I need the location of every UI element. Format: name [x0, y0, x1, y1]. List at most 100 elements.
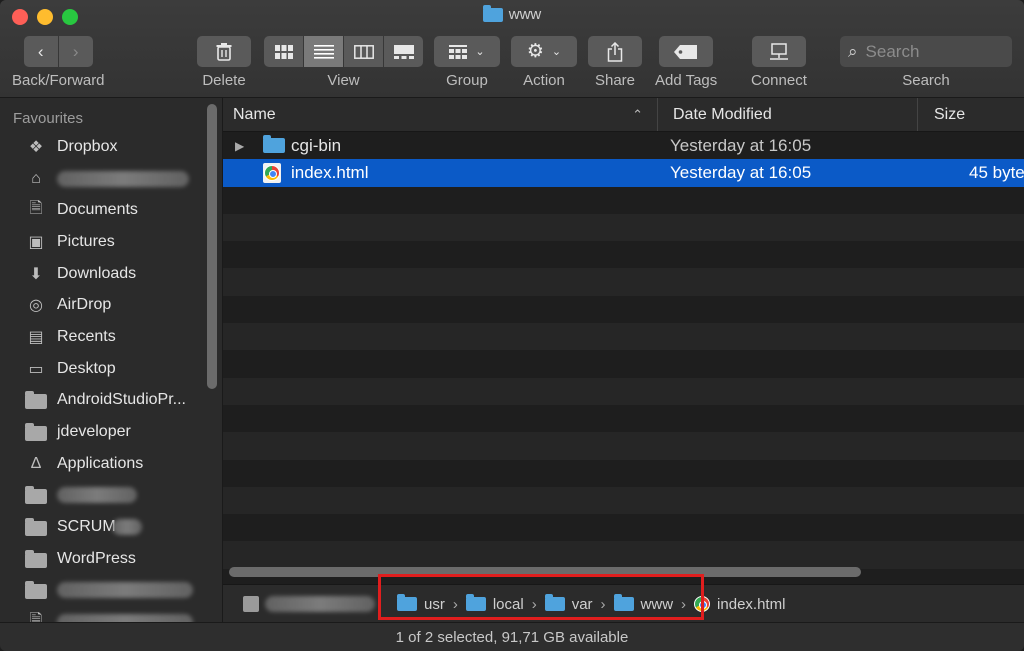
sidebar-item-label: Pictures [57, 232, 115, 250]
sidebar-item-redacted-folder[interactable] [0, 480, 222, 512]
icon-view-button[interactable] [264, 36, 303, 67]
grid-icon [274, 44, 293, 59]
group-label: Group [446, 72, 488, 89]
sidebar-item-redacted-document[interactable]: 🗎 [0, 606, 222, 622]
camera-icon: ▣ [28, 233, 44, 251]
sidebar-item-scrum[interactable]: SCRUM [0, 511, 222, 543]
sidebar-item-androidstudio[interactable]: AndroidStudioPr... [0, 385, 222, 417]
empty-row [223, 268, 1024, 296]
search-group: ⌕ Search [840, 36, 1012, 89]
sidebar-item-pictures[interactable]: ▣ Pictures [0, 226, 222, 258]
file-name: index.html [291, 162, 369, 182]
back-button[interactable]: ‹ [23, 36, 58, 67]
tag-icon [674, 44, 698, 59]
crumb-label: usr [424, 595, 445, 613]
sidebar-item-label: Documents [57, 201, 138, 219]
sidebar-item-documents[interactable]: 🗎 Documents [0, 194, 222, 226]
empty-row [223, 541, 1024, 569]
disclosure-triangle-icon[interactable]: ▶ [235, 139, 244, 153]
airdrop-icon: ◎ [29, 297, 43, 315]
action-label: Action [523, 72, 565, 89]
table-row-selected[interactable]: index.html Yesterday at 16:05 45 bytes [223, 159, 1024, 187]
connect-group: Connect [751, 36, 807, 89]
document-icon: 🗎 [29, 611, 43, 622]
sidebar-scrollbar[interactable] [207, 104, 217, 389]
redacted-label [57, 487, 137, 504]
empty-row [223, 323, 1024, 351]
path-crumb-www[interactable]: www [613, 594, 673, 613]
redacted-label [57, 614, 193, 622]
search-label: Search [902, 72, 950, 89]
sidebar-item-redacted-folder-2[interactable] [0, 575, 222, 607]
chevron-right-icon: › [600, 595, 606, 613]
gallery-icon [393, 44, 414, 59]
network-icon [769, 42, 788, 60]
group-button[interactable]: ⌄ [434, 36, 500, 67]
file-size: 45 bytes [969, 162, 1024, 182]
add-tags-button[interactable] [659, 36, 714, 67]
share-button[interactable] [588, 36, 642, 67]
forward-button[interactable]: › [58, 36, 93, 67]
sidebar-item-wordpress[interactable]: WordPress [0, 543, 222, 575]
sidebar-item-desktop[interactable]: ▭ Desktop [0, 353, 222, 385]
sidebar-item-label: SCRUM [57, 518, 116, 536]
finder-window: www ‹ › Back/Forward Delete View ⌄ Group… [0, 0, 1024, 651]
path-crumb-usr[interactable]: usr [397, 594, 445, 613]
empty-row [223, 514, 1024, 542]
path-crumb-local[interactable]: local [465, 594, 524, 613]
chevron-down-icon: ⌄ [551, 46, 562, 58]
column-name-label: Name [233, 106, 276, 123]
dropbox-icon: ❖ [28, 138, 44, 156]
share-group: Share [588, 36, 642, 89]
sidebar-item-downloads[interactable]: ⬇ Downloads [0, 258, 222, 290]
sidebar-item-applications[interactable]: ∆ Applications [0, 448, 222, 480]
empty-row [223, 432, 1024, 460]
chrome-icon [694, 596, 711, 612]
gallery-view-button[interactable] [384, 36, 423, 67]
sidebar-item-label: AndroidStudioPr... [57, 391, 186, 409]
file-list: Name ⌃ Date Modified Size ▶ cgi-bin Yest… [223, 98, 1024, 622]
window-title: www [0, 4, 1024, 23]
documents-icon: 🗎 [29, 199, 43, 217]
empty-row [223, 377, 1024, 405]
toolbar: www ‹ › Back/Forward Delete View ⌄ Group… [0, 0, 1024, 98]
empty-row [223, 404, 1024, 433]
list-view-button[interactable] [304, 36, 343, 67]
column-size[interactable]: Size [917, 98, 1024, 131]
crumb-label: local [492, 595, 524, 613]
view-label: View [327, 72, 360, 89]
folder-icon [544, 594, 565, 611]
sidebar-item-airdrop[interactable]: ◎ AirDrop [0, 289, 222, 321]
share-label: Share [594, 72, 636, 89]
action-button[interactable]: ⚙ ⌄ [511, 36, 577, 67]
sidebar-item-dropbox[interactable]: ❖ Dropbox [0, 131, 222, 163]
path-crumb-file[interactable]: index.html [694, 596, 785, 613]
empty-row [223, 186, 1024, 214]
path-crumb-var[interactable]: var [544, 594, 593, 613]
empty-row [223, 486, 1024, 515]
connect-button[interactable] [751, 36, 806, 67]
folder-icon [25, 518, 47, 537]
folder-icon [25, 581, 47, 600]
file-date: Yesterday at 16:05 [670, 162, 812, 182]
sidebar-item-recents[interactable]: ▤ Recents [0, 321, 222, 353]
chevron-right-icon: › [452, 595, 458, 613]
sidebar-item-label: Applications [57, 454, 144, 472]
delete-button[interactable] [197, 36, 251, 67]
column-date-modified[interactable]: Date Modified [657, 98, 915, 131]
search-field[interactable]: ⌕ [840, 36, 1012, 67]
folder-icon [25, 391, 47, 410]
folder-icon [25, 486, 47, 505]
desktop-icon: ▭ [28, 360, 44, 378]
column-name[interactable]: Name ⌃ [233, 98, 653, 131]
html-file-icon [263, 163, 281, 184]
search-input[interactable] [863, 40, 998, 63]
table-row[interactable]: ▶ cgi-bin Yesterday at 16:05 [223, 132, 1024, 160]
sidebar-item-home[interactable]: ⌂ [0, 163, 222, 195]
horizontal-scrollbar[interactable] [229, 567, 861, 577]
folder-icon [25, 423, 47, 442]
file-date: Yesterday at 16:05 [670, 135, 812, 155]
sidebar-item-jdeveloper[interactable]: jdeveloper [0, 416, 222, 448]
column-view-button[interactable] [344, 36, 383, 67]
redacted-label [57, 170, 189, 187]
